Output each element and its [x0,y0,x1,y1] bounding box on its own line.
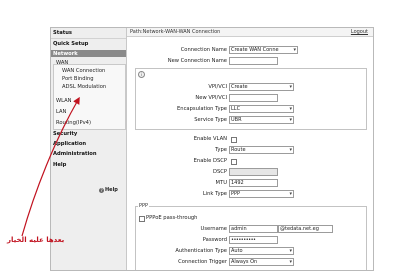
arabic-annotation: بعدها عليه الخيار [7,236,65,244]
annotation-arrow [21,96,80,237]
